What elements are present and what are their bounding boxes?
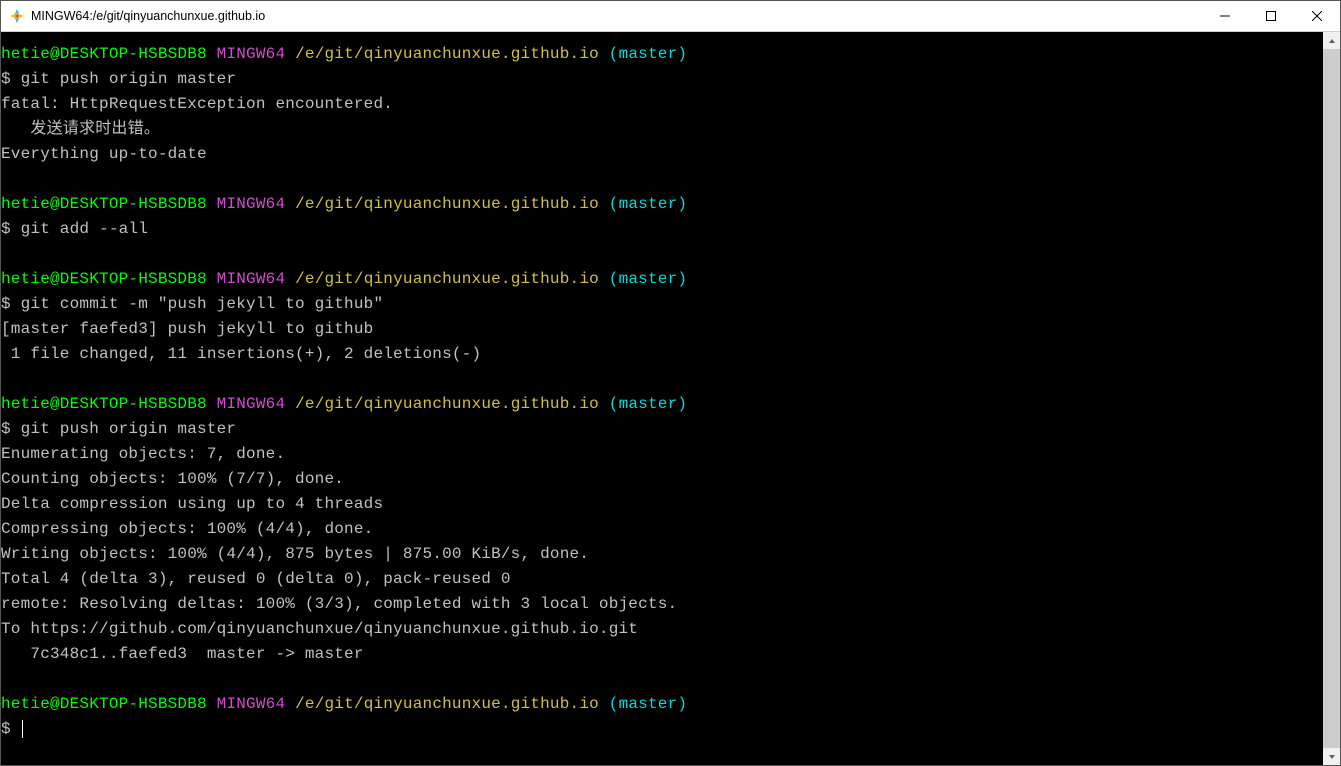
scroll-up-button[interactable] <box>1323 32 1340 49</box>
app-icon <box>9 8 25 24</box>
window-title: MINGW64:/e/git/qinyuanchunxue.github.io <box>31 1 1202 32</box>
minimize-button[interactable] <box>1202 1 1248 31</box>
scroll-thumb[interactable] <box>1323 49 1340 748</box>
terminal-output[interactable]: hetie@DESKTOP-HSBSDB8 MINGW64 /e/git/qin… <box>1 32 1323 765</box>
window-controls <box>1202 1 1340 31</box>
close-button[interactable] <box>1294 1 1340 31</box>
maximize-button[interactable] <box>1248 1 1294 31</box>
app-window: MINGW64:/e/git/qinyuanchunxue.github.io … <box>0 0 1341 766</box>
titlebar[interactable]: MINGW64:/e/git/qinyuanchunxue.github.io <box>1 1 1340 32</box>
scroll-track[interactable] <box>1323 49 1340 748</box>
client-area: hetie@DESKTOP-HSBSDB8 MINGW64 /e/git/qin… <box>1 32 1340 765</box>
scroll-down-button[interactable] <box>1323 748 1340 765</box>
vertical-scrollbar[interactable] <box>1323 32 1340 765</box>
